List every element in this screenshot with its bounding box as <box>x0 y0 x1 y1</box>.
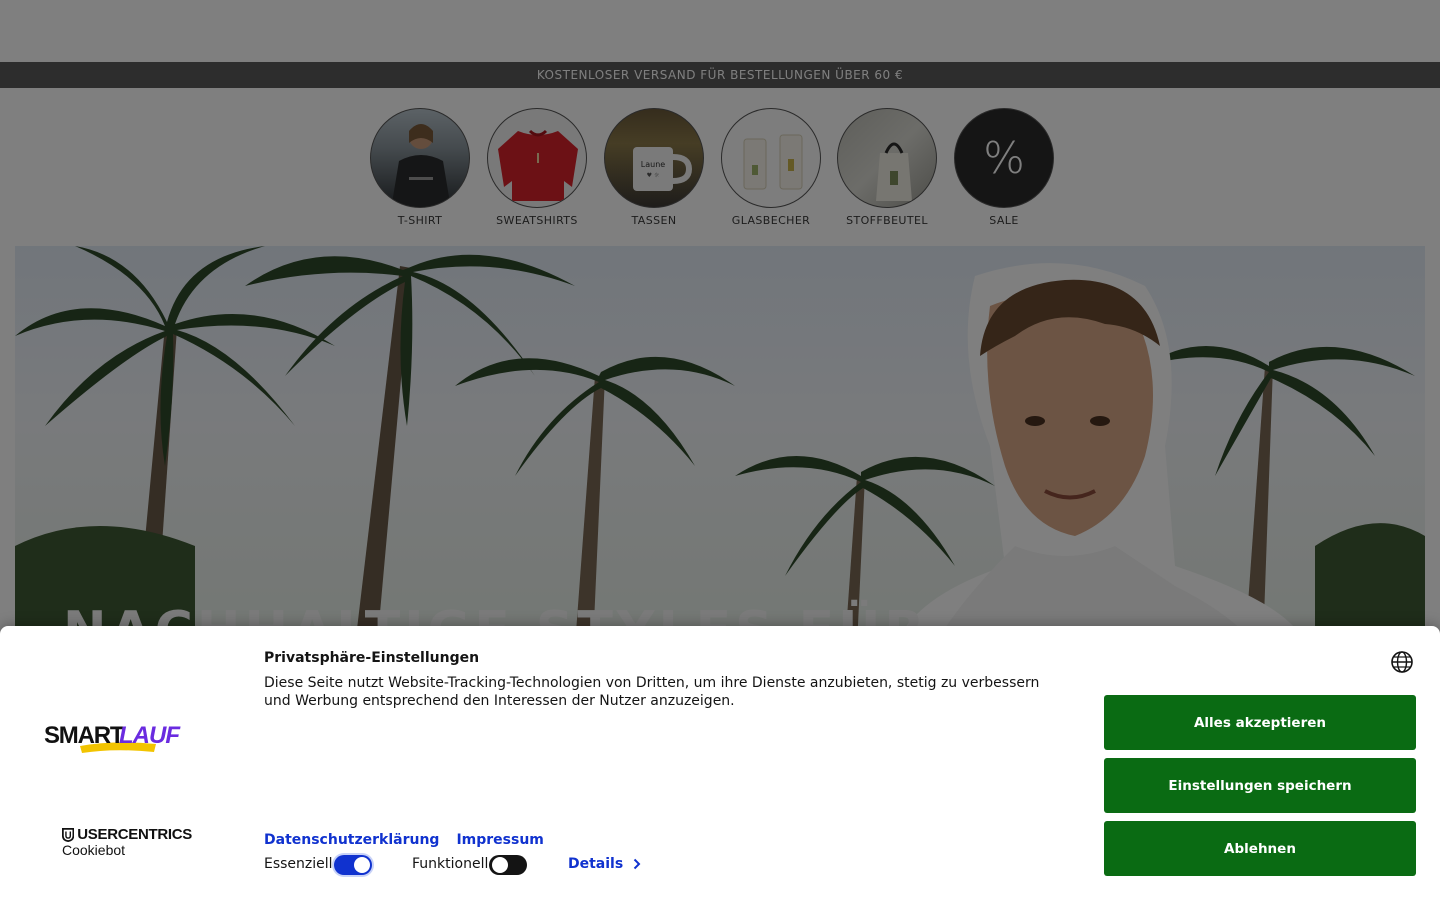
globe-icon <box>1391 651 1413 673</box>
chevron-right-icon <box>633 858 641 870</box>
smartlauf-logo: SMART LAUF <box>44 722 194 756</box>
details-link[interactable]: Details <box>568 856 641 872</box>
banner-links: Datenschutzerklärung Impressum <box>264 832 544 848</box>
consent-toggles: Essenziell Funktionell Details <box>264 854 664 876</box>
essential-toggle[interactable] <box>334 855 372 875</box>
usercentrics-label: USERCENTRICS <box>77 826 192 843</box>
decline-button[interactable]: Ablehnen <box>1104 821 1416 876</box>
svg-text:LAUF: LAUF <box>119 722 181 749</box>
language-selector[interactable] <box>1390 650 1414 674</box>
toggle-knob <box>354 857 370 873</box>
imprint-link[interactable]: Impressum <box>456 832 543 848</box>
svg-text:SMART: SMART <box>44 722 125 749</box>
privacy-policy-link[interactable]: Datenschutzerklärung <box>264 832 439 848</box>
essential-label: Essenziell <box>264 856 333 872</box>
functional-label: Funktionell <box>412 856 489 872</box>
accept-all-button[interactable]: Alles akzeptieren <box>1104 695 1416 750</box>
cookie-consent-banner: SMART LAUF USERCENTRICS Cookiebot Privat… <box>0 626 1440 900</box>
save-settings-button[interactable]: Einstellungen speichern <box>1104 758 1416 813</box>
usercentrics-cookiebot-logo: USERCENTRICS Cookiebot <box>62 826 192 862</box>
toggle-knob <box>492 857 508 873</box>
details-label: Details <box>568 856 624 872</box>
cookiebot-label: Cookiebot <box>62 842 126 858</box>
functional-toggle[interactable] <box>489 855 527 875</box>
shield-icon <box>62 827 75 842</box>
banner-description: Diese Seite nutzt Website-Tracking-Techn… <box>264 675 1040 709</box>
banner-title: Privatsphäre-Einstellungen <box>264 650 480 666</box>
